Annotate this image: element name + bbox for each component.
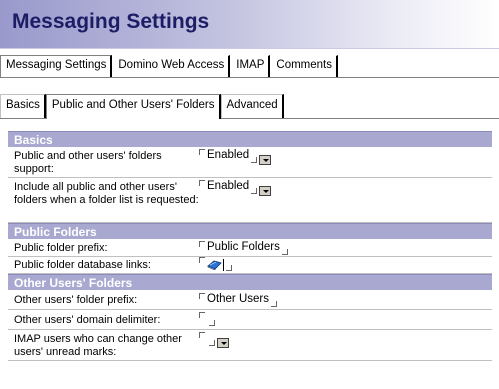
- field-bracket-left: [199, 257, 205, 263]
- field-bracket-right: [271, 301, 277, 307]
- field-bracket-left: [199, 332, 205, 338]
- field-bracket-right: [209, 340, 215, 346]
- imap-unread-marks-users-field[interactable]: [199, 330, 492, 360]
- field-bracket-right: [209, 320, 215, 326]
- field-value[interactable]: Enabled: [207, 149, 249, 161]
- public-folder-prefix-field[interactable]: Public Folders: [199, 239, 492, 256]
- field-label: Public folder prefix:: [14, 242, 108, 254]
- field-bracket-right: [226, 265, 232, 271]
- other-users-domain-delimiter-field[interactable]: [199, 310, 492, 329]
- form-row: Other users' domain delimiter:: [8, 310, 492, 330]
- tab-comments[interactable]: Comments: [270, 55, 338, 77]
- form-row: Other users' folder prefix: Other Users: [8, 290, 492, 310]
- field-value[interactable]: Other Users: [207, 293, 269, 305]
- field-bracket-right: [251, 188, 258, 194]
- field-bracket-left: [199, 293, 205, 299]
- tab-divider: [0, 77, 499, 78]
- form-row: Include all public and other users' fold…: [8, 178, 492, 223]
- subtab-basics[interactable]: Basics: [0, 94, 46, 118]
- tab-imap[interactable]: IMAP: [230, 55, 271, 77]
- subtab-public-other-folders[interactable]: Public and Other Users' Folders: [45, 94, 221, 119]
- tab-domino-web-access[interactable]: Domino Web Access: [112, 55, 231, 77]
- field-value[interactable]: Public Folders: [207, 241, 280, 253]
- field-bracket-left: [199, 149, 205, 155]
- field-value[interactable]: Enabled: [207, 180, 249, 192]
- section-header-basics: Basics: [8, 131, 492, 147]
- chevron-down-icon[interactable]: [217, 338, 229, 348]
- field-label: IMAP users who can change other users' u…: [14, 333, 182, 358]
- public-folders-support-field[interactable]: Enabled: [199, 147, 492, 177]
- field-label: Public folder database links:: [14, 259, 151, 271]
- form-row: IMAP users who can change other users' u…: [8, 330, 492, 361]
- section-header-public-folders: Public Folders: [8, 223, 492, 239]
- field-label: Other users' domain delimiter:: [14, 314, 161, 326]
- form-row: Public and other users' folders support:…: [8, 147, 492, 178]
- field-bracket-right: [251, 157, 258, 163]
- field-bracket-left: [199, 241, 205, 247]
- database-link-icon[interactable]: [207, 260, 222, 270]
- subtab-advanced[interactable]: Advanced: [220, 94, 284, 118]
- field-label: Include all public and other users' fold…: [14, 181, 199, 206]
- field-bracket-left: [199, 180, 205, 186]
- text-cursor: [223, 259, 224, 271]
- settings-form: Basics Public and other users' folders s…: [8, 131, 492, 361]
- field-bracket-left: [199, 312, 205, 318]
- chevron-down-icon[interactable]: [259, 155, 272, 165]
- sub-tabs: Basics Public and Other Users' Folders A…: [0, 94, 284, 119]
- field-bracket-right: [281, 249, 288, 255]
- field-label: Public and other users' folders support:: [14, 150, 162, 175]
- tab-messaging-settings[interactable]: Messaging Settings: [0, 55, 113, 77]
- form-row: Public folder prefix: Public Folders: [8, 239, 492, 257]
- section-header-other-users: Other Users' Folders: [8, 274, 492, 290]
- page-title: Messaging Settings: [12, 10, 210, 33]
- page-header: Messaging Settings: [0, 0, 499, 49]
- form-row: Public folder database links:: [8, 257, 492, 274]
- other-users-prefix-field[interactable]: Other Users: [199, 290, 492, 309]
- chevron-down-icon[interactable]: [259, 186, 272, 196]
- include-all-folders-field[interactable]: Enabled: [199, 178, 492, 222]
- main-tabs: Messaging Settings Domino Web Access IMA…: [0, 55, 338, 77]
- field-label: Other users' folder prefix:: [14, 294, 138, 306]
- public-folder-db-links-field[interactable]: [199, 257, 492, 273]
